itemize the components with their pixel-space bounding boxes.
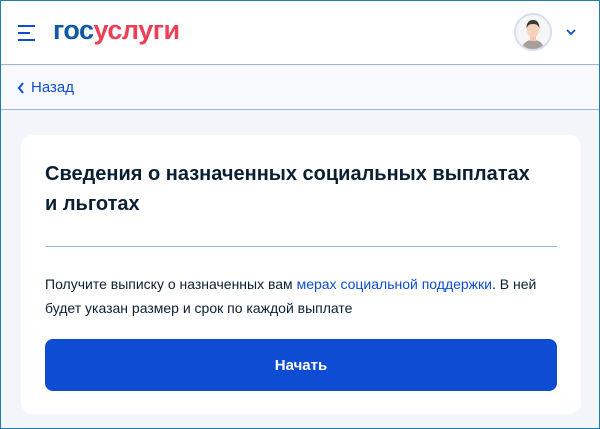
browser-window: госуслуги Назад Сведения о назначенных с… [0, 0, 600, 429]
description: Получите выписку о назначенных вам мерах… [45, 272, 557, 320]
desc-text: Получите выписку о назначенных вам [45, 276, 297, 292]
user-avatar[interactable] [514, 13, 552, 51]
breadcrumb-bar: Назад [1, 66, 599, 110]
logo-part1: гос [53, 15, 94, 45]
menu-icon[interactable] [18, 25, 35, 41]
service-card: Сведения о назначенных социальных выплат… [21, 135, 581, 414]
chevron-down-icon[interactable] [564, 25, 578, 39]
user-avatar-icon [522, 20, 544, 49]
chevron-left-icon [17, 81, 24, 94]
social-support-link[interactable]: мерах социальной поддержки [297, 276, 492, 292]
gosuslugi-logo[interactable]: госуслуги [53, 15, 180, 46]
header: госуслуги [1, 1, 599, 65]
back-link[interactable]: Назад [17, 79, 74, 96]
divider [45, 246, 557, 247]
logo-part2: услуги [93, 15, 181, 45]
start-button[interactable]: Начать [45, 339, 557, 391]
back-label: Назад [31, 79, 74, 96]
page-title: Сведения о назначенных социальных выплат… [45, 163, 530, 215]
